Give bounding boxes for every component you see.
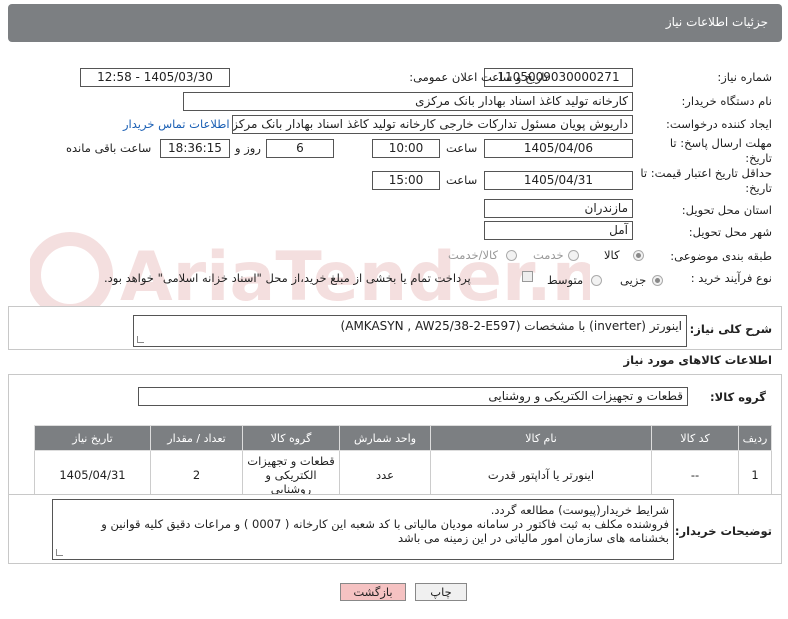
goods-section-title: اطلاعات کالاهای مورد نیاز — [623, 353, 772, 367]
category-radio-goods[interactable] — [633, 250, 644, 261]
col-name: نام کالا — [430, 425, 652, 451]
description-label: شرح کلی نیاز: — [689, 322, 772, 336]
time-remaining-field: 18:36:15 — [160, 139, 230, 158]
buyer-notes-line2: فروشنده مکلف به ثبت فاکتور در سامانه مود… — [101, 517, 669, 531]
announce-label: تاریخ و ساعت اعلان عمومی: — [409, 70, 548, 84]
buyer-notes-line3: بخشنامه های سازمان امور مالیاتی در این ز… — [398, 531, 669, 545]
time-remaining-label: ساعت باقی مانده — [66, 141, 152, 155]
table-row: 1 -- اینورتر یا آداپتور قدرت عدد قطعات و… — [34, 450, 772, 500]
category-option-service: خدمت — [533, 248, 564, 262]
cell-name: اینورتر یا آداپتور قدرت — [430, 450, 652, 500]
back-button[interactable]: بازگشت — [340, 583, 406, 601]
days-remaining-field: 6 — [266, 139, 334, 158]
purchase-radio-medium[interactable] — [591, 275, 602, 286]
cell-unit: عدد — [339, 450, 431, 500]
goods-table-header: ردیف کد کالا نام کالا واحد شمارش گروه کا… — [34, 425, 772, 451]
description-text: اینورتر (inverter) با مشخصات (AMKASYN , … — [340, 319, 682, 333]
cell-row: 1 — [738, 450, 772, 500]
buyer-org-field: کارخانه تولید کاغذ اسناد بهادار بانک مرک… — [183, 92, 633, 111]
buyer-notes-label: توضیحات خریدار: — [674, 524, 772, 538]
reply-date-field: 1405/04/06 — [484, 139, 633, 158]
reply-time-field: 10:00 — [372, 139, 440, 158]
announce-datetime-field: 1405/03/30 - 12:58 — [80, 68, 230, 87]
treasury-payment-checkbox[interactable] — [522, 271, 533, 282]
goods-table: ردیف کد کالا نام کالا واحد شمارش گروه کا… — [34, 425, 772, 500]
goods-group-label: گروه کالا: — [710, 390, 766, 404]
col-date: تاریخ نیاز — [34, 425, 151, 451]
resize-handle-icon[interactable] — [56, 549, 63, 556]
requester-field: داریوش پویان مسئول تدارکات خارجی کارخانه… — [232, 115, 633, 134]
purchase-type-label: نوع فرآیند خرید : — [690, 271, 772, 285]
category-radio-service[interactable] — [568, 250, 579, 261]
purchase-option-minor: جزیی — [620, 273, 647, 287]
reply-time-label: ساعت — [446, 141, 478, 155]
requester-label: ایجاد کننده درخواست: — [666, 117, 772, 131]
days-label: روز و — [235, 141, 261, 155]
buyer-notes-field: شرایط خریدار(پیوست) مطالعه گردد. فروشنده… — [52, 499, 674, 560]
col-code: کد کالا — [651, 425, 739, 451]
validity-time-field: 15:00 — [372, 171, 440, 190]
validity-date-field: 1405/04/31 — [484, 171, 633, 190]
purchase-radio-minor[interactable] — [652, 275, 663, 286]
validity-time-label: ساعت — [446, 173, 478, 187]
category-label: طبقه بندی موضوعی: — [670, 249, 772, 263]
page-header: جزئیات اطلاعات نیاز — [8, 4, 782, 42]
buyer-org-label: نام دستگاه خریدار: — [681, 94, 772, 108]
treasury-payment-note: پرداخت تمام یا بخشی از مبلغ خرید،از محل … — [104, 271, 471, 285]
col-group: گروه کالا — [242, 425, 340, 451]
category-radio-both[interactable] — [506, 250, 517, 261]
min-validity-label: حداقل تاریخ اعتبار قیمت: تا تاریخ: — [640, 166, 772, 195]
purchase-option-medium: متوسط — [547, 273, 584, 287]
col-row: ردیف — [738, 425, 772, 451]
col-unit: واحد شمارش — [339, 425, 431, 451]
cell-qty: 2 — [150, 450, 243, 500]
print-button[interactable]: چاپ — [415, 583, 467, 601]
resize-handle-icon[interactable] — [137, 336, 144, 343]
city-field: آمل — [484, 221, 633, 240]
col-qty: تعداد / مقدار — [150, 425, 243, 451]
reply-deadline-label: مهلت ارسال پاسخ: تا تاریخ: — [669, 136, 772, 165]
category-option-goods: کالا — [604, 248, 620, 262]
province-field: مازندران — [484, 199, 633, 218]
city-label: شهر محل تحویل: — [688, 225, 772, 239]
province-label: استان محل تحویل: — [681, 203, 772, 217]
cell-code: -- — [651, 450, 739, 500]
buyer-contact-link[interactable]: اطلاعات تماس خریدار — [123, 117, 230, 131]
description-field: اینورتر (inverter) با مشخصات (AMKASYN , … — [133, 315, 687, 347]
page-title: جزئیات اطلاعات نیاز — [665, 15, 768, 29]
goods-group-field: قطعات و تجهیزات الکتریکی و روشنایی — [138, 387, 688, 406]
buyer-notes-line1: شرایط خریدار(پیوست) مطالعه گردد. — [490, 503, 669, 517]
cell-group: قطعات و تجهیزات الکتریکی و روشنایی — [242, 450, 340, 500]
need-number-label: شماره نیاز: — [717, 70, 772, 84]
cell-date: 1405/04/31 — [34, 450, 151, 500]
category-option-both: کالا/خدمت — [448, 248, 499, 262]
